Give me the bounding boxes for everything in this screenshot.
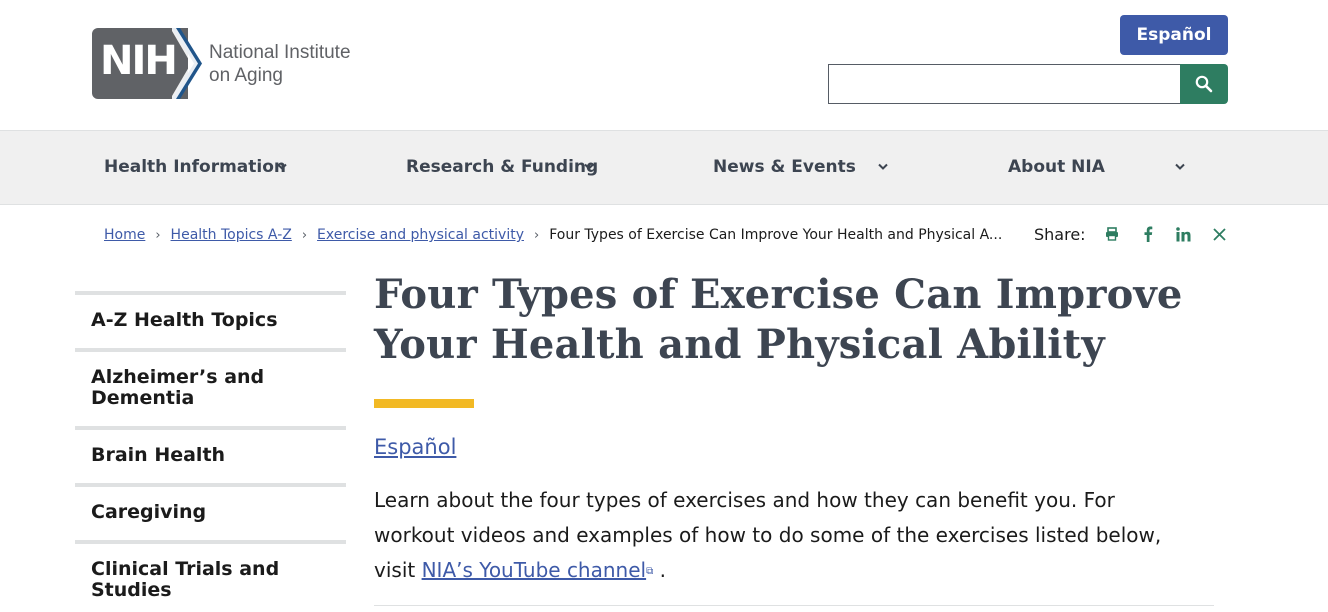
youtube-channel-link[interactable]: NIA’s YouTube channel xyxy=(422,558,647,582)
nia-logo[interactable]: NIH National Institute on Aging xyxy=(92,28,351,99)
intro-paragraph: Learn about the four types of exercises … xyxy=(374,483,1194,589)
spanish-language-link[interactable]: Español xyxy=(374,435,456,459)
sidebar-item-label: Brain Health xyxy=(91,444,226,466)
nav-item-about-nia[interactable]: About NIA xyxy=(1008,157,1105,177)
x-icon[interactable] xyxy=(1202,224,1238,244)
breadcrumb-current: Four Types of Exercise Can Improve Your … xyxy=(549,227,1003,243)
espanol-button[interactable]: Español xyxy=(1120,15,1228,55)
chevron-right-icon: › xyxy=(534,227,540,243)
nav-item-health-information[interactable]: Health Information xyxy=(104,157,286,177)
share-bar: Share: xyxy=(1034,224,1238,244)
sidebar-item-az-health-topics[interactable]: A-Z Health Topics xyxy=(75,291,346,348)
search-icon xyxy=(1195,75,1213,93)
logo-mark-text: NIH xyxy=(100,38,178,84)
nav-item-label: Health Information xyxy=(104,157,287,177)
chevron-down-icon xyxy=(1175,163,1185,170)
breadcrumb: Home › Health Topics A-Z › Exercise and … xyxy=(104,227,1002,243)
content-divider xyxy=(374,605,1214,606)
sidebar-item-label: Caregiving xyxy=(91,501,207,523)
search-button[interactable] xyxy=(1180,64,1228,104)
intro-end: . xyxy=(653,558,666,582)
breadcrumb-link-exercise[interactable]: Exercise and physical activity xyxy=(317,227,524,243)
facebook-icon[interactable] xyxy=(1130,224,1166,244)
breadcrumb-link-health-topics[interactable]: Health Topics A-Z xyxy=(171,227,292,243)
chevron-down-icon xyxy=(277,163,287,170)
main-navigation: Health Information Research & Funding Ne… xyxy=(0,130,1328,205)
nav-item-news-events[interactable]: News & Events xyxy=(713,157,856,177)
search-input[interactable] xyxy=(828,64,1180,104)
page-title: Four Types of Exercise Can Improve Your … xyxy=(374,271,1183,368)
nih-logo-mark: NIH xyxy=(92,28,204,99)
nav-item-label: About NIA xyxy=(1008,157,1105,177)
share-label: Share: xyxy=(1034,224,1086,244)
print-icon[interactable] xyxy=(1094,224,1130,244)
sidebar-nav: A-Z Health Topics Alzheimer’s and Dement… xyxy=(75,291,346,612)
logo-text-line1: National Institute xyxy=(209,41,351,63)
sidebar-item-clinical-trials[interactable]: Clinical Trials and Studies xyxy=(75,540,346,612)
site-header: NIH National Institute on Aging Español xyxy=(0,0,1328,130)
logo-text-line2: on Aging xyxy=(209,64,283,86)
main-content: Four Types of Exercise Can Improve Your … xyxy=(374,270,1224,606)
sidebar-item-label: Alzheimer’s and Dementia xyxy=(91,366,265,409)
sidebar-item-alzheimers-dementia[interactable]: Alzheimer’s and Dementia xyxy=(75,348,346,426)
sidebar-item-caregiving[interactable]: Caregiving xyxy=(75,483,346,540)
title-accent-bar xyxy=(374,399,474,408)
nav-item-label: News & Events xyxy=(713,157,856,177)
sidebar-item-brain-health[interactable]: Brain Health xyxy=(75,426,346,483)
sidebar-item-label: Clinical Trials and Studies xyxy=(91,558,280,601)
linkedin-icon[interactable] xyxy=(1166,224,1202,244)
nav-item-label: Research & Funding xyxy=(406,157,599,177)
chevron-right-icon: › xyxy=(155,227,161,243)
sidebar-item-label: A-Z Health Topics xyxy=(91,309,278,331)
chevron-down-icon xyxy=(584,163,594,170)
nav-item-research-funding[interactable]: Research & Funding xyxy=(406,157,598,177)
chevron-down-icon xyxy=(878,163,888,170)
breadcrumb-link-home[interactable]: Home xyxy=(104,227,145,243)
chevron-right-icon: › xyxy=(301,227,308,243)
